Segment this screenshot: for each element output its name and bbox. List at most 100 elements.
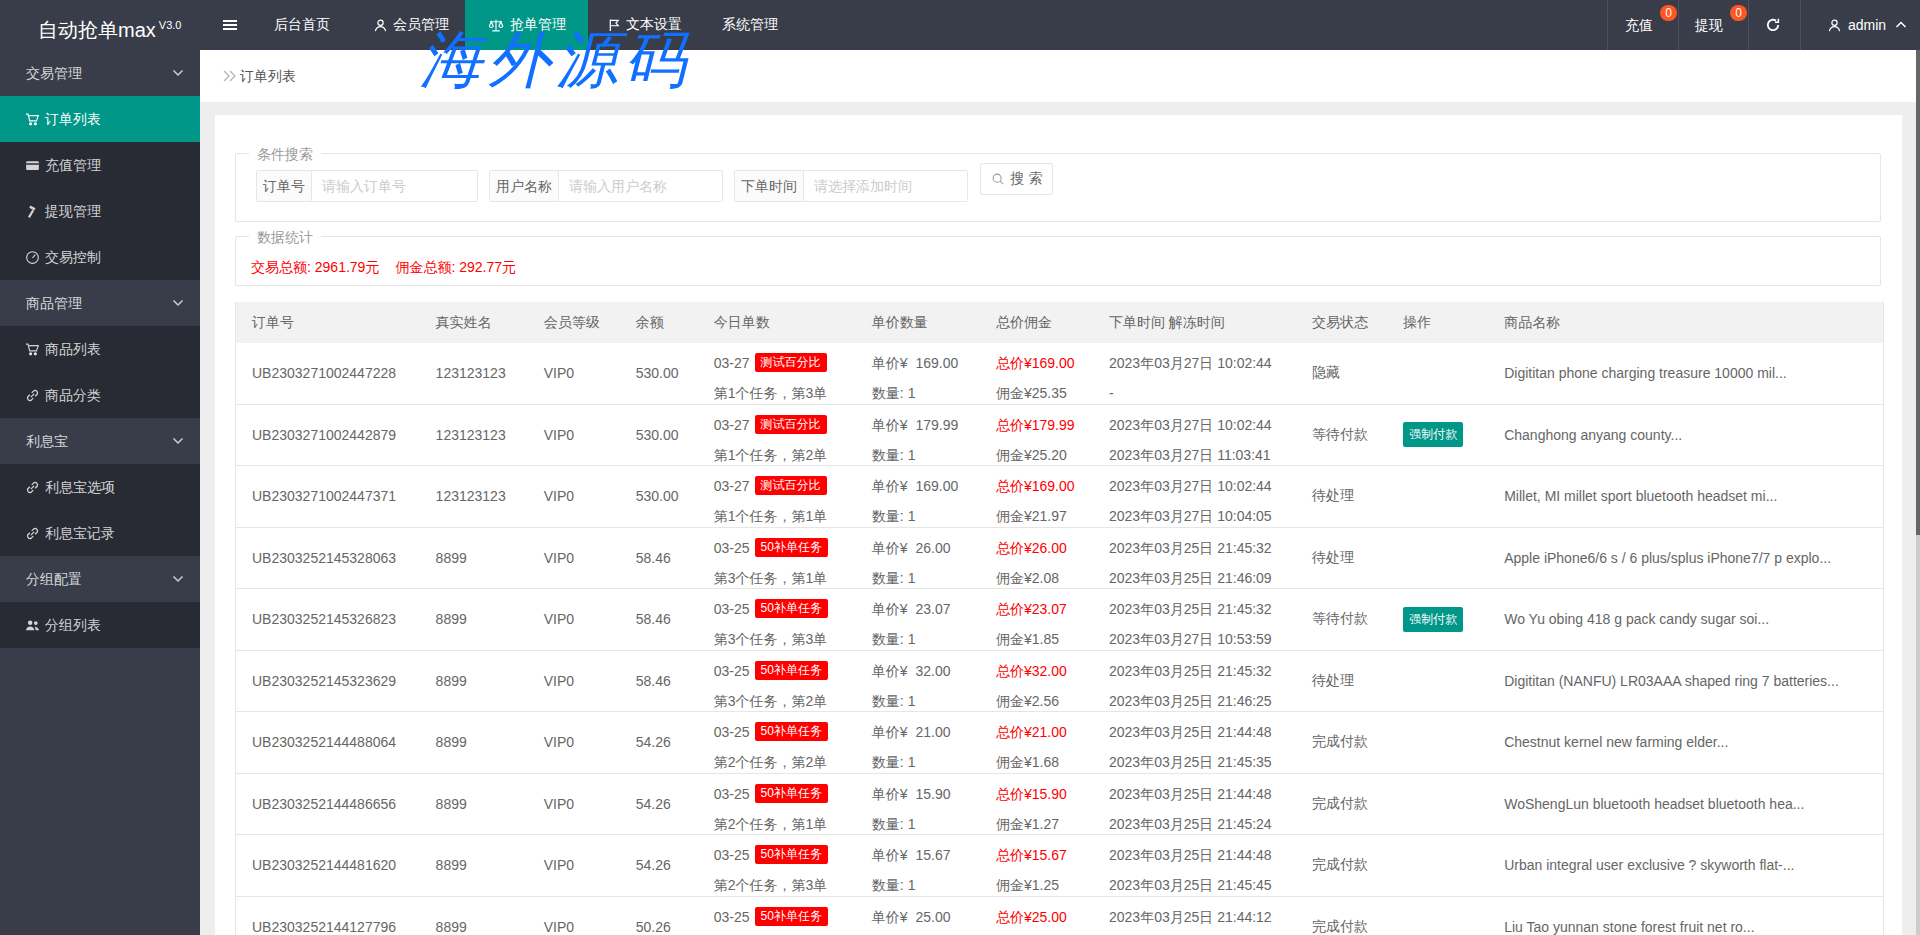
sidebar-section-3[interactable]: 利息宝 [0,418,200,464]
search-button[interactable]: 搜 索 [980,163,1053,195]
table-row: UB2303271002442879123123123VIP0530.0003-… [236,404,1884,466]
page-scrollbar[interactable] [1916,50,1920,935]
top-separator [1678,0,1679,50]
table-row: UB23032521444880648899VIP054.2603-2550补单… [236,712,1884,774]
nav-item-label: 后台首页 [274,16,330,34]
cell-order-no: UB2303271002447371 [236,466,420,528]
sidebar-item-交易控制[interactable]: 交易控制 [0,234,200,280]
cell-level: VIP0 [528,589,620,651]
force-pay-button[interactable]: 强制付款 [1403,422,1463,447]
cell-day-orders: 03-27测试百分比第1个任务，第2单 [698,404,856,466]
recharge-nav[interactable]: 充值0 [1625,0,1653,50]
cell-total-commission: 总价¥26.00佣金¥2.08 [980,527,1093,589]
cell-day-orders: 03-2550补单任务第3个任务，第3单 [698,589,856,651]
cell-day-orders: 03-2550补单任务第2个任务，第3单 [698,835,856,897]
cell-real-name: 8899 [420,896,528,935]
search-field-input[interactable] [559,171,722,201]
cell-action [1387,650,1488,712]
table-header-row: 订单号真实姓名会员等级余额今日单数单价数量总价佣金下单时间 解冻时间交易状态操作… [236,302,1884,343]
cell-day-orders: 03-27测试百分比第1个任务，第3单 [698,343,856,404]
cell-status: 完成付款 [1296,712,1387,774]
top-separator [1800,0,1801,50]
sidebar-section-2[interactable]: 商品管理 [0,280,200,326]
cell-balance: 58.46 [620,589,698,651]
cell-product: Liu Tao yunnan stone forest fruit net ro… [1488,896,1883,935]
table-row: UB23032521453268238899VIP058.4603-2550补单… [236,589,1884,651]
column-header: 交易状态 [1296,302,1387,343]
cell-unit-qty: 单价¥ 23.07数量: 1 [856,589,980,651]
column-header: 会员等级 [528,302,620,343]
nav-item-label: 系统管理 [722,16,778,34]
sidebar-item-商品列表[interactable]: 商品列表 [0,326,200,372]
cell-order-no: UB2303252144486656 [236,773,420,835]
search-field-3: 下单时间 [734,170,968,202]
cell-unit-qty: 单价¥ 15.90数量: 1 [856,773,980,835]
sidebar-item-label: 利息宝选项 [45,479,115,495]
cell-times: 2023年03月25日 21:44:482023年03月25日 21:45:24 [1093,773,1296,835]
cell-real-name: 123123123 [420,343,528,404]
user-icon [1827,18,1842,33]
cell-level: VIP0 [528,773,620,835]
menu-toggle-icon[interactable] [223,20,237,32]
sidebar-item-商品分类[interactable]: 商品分类 [0,372,200,418]
cell-order-no: UB2303252145323629 [236,650,420,712]
nav-item-5[interactable]: 系统管理 [722,0,778,50]
stats-legend: 数据统计 [249,227,321,247]
search-field-label: 用户名称 [490,171,559,201]
cart-icon [25,342,40,357]
cell-real-name: 123123123 [420,404,528,466]
force-pay-button[interactable]: 强制付款 [1403,607,1463,632]
search-field-input[interactable] [312,171,477,201]
sidebar-section-4[interactable]: 分组配置 [0,556,200,602]
sidebar-item-充值管理[interactable]: 充值管理 [0,142,200,188]
admin-menu[interactable]: admin [1827,0,1908,50]
sidebar-item-利息宝记录[interactable]: 利息宝记录 [0,510,200,556]
cell-unit-qty: 单价¥ 179.99数量: 1 [856,404,980,466]
cell-level: VIP0 [528,712,620,774]
cell-balance: 530.00 [620,466,698,528]
sidebar-section-1[interactable]: 交易管理 [0,50,200,96]
cell-real-name: 123123123 [420,466,528,528]
search-field-input[interactable] [804,171,967,201]
cell-product: Wo Yu obing 418 g pack candy sugar soi..… [1488,589,1883,651]
cell-order-no: UB2303271002447228 [236,343,420,404]
task-badge: 50补单任务 [755,907,828,926]
sidebar-item-订单列表[interactable]: 订单列表 [0,96,200,142]
table-row: UB2303271002447228123123123VIP0530.0003-… [236,343,1884,404]
sidebar-item-label: 订单列表 [45,111,101,127]
cell-product: Apple iPhone6/6 s / 6 plus/splus iPhone7… [1488,527,1883,589]
cell-order-no: UB2303252145326823 [236,589,420,651]
cell-order-no: UB2303252144127796 [236,896,420,935]
cell-action [1387,835,1488,897]
cell-status: 完成付款 [1296,896,1387,935]
cell-product: Digititan (NANFU) LR03AAA shaped ring 7 … [1488,650,1883,712]
cell-total-commission: 总价¥179.99佣金¥25.20 [980,404,1093,466]
nav-item-1[interactable]: 后台首页 [274,0,330,50]
app-version: V3.0 [159,19,182,31]
caret-up-icon [1894,19,1908,31]
cell-times: 2023年03月25日 21:44:482023年03月25日 21:45:35 [1093,712,1296,774]
cell-unit-qty: 单价¥ 25.00数量: 1 [856,896,980,935]
cell-level: VIP0 [528,404,620,466]
refresh-icon [1765,17,1781,33]
cell-day-orders: 03-27测试百分比第1个任务，第1单 [698,466,856,528]
cell-balance: 530.00 [620,404,698,466]
cell-action [1387,896,1488,935]
column-header: 订单号 [236,302,420,343]
sidebar-item-分组列表[interactable]: 分组列表 [0,602,200,648]
sidebar-item-提现管理[interactable]: 提现管理 [0,188,200,234]
admin-name: admin [1848,0,1886,50]
cell-balance: 54.26 [620,835,698,897]
cell-unit-qty: 单价¥ 15.67数量: 1 [856,835,980,897]
gauge-icon [25,250,40,265]
cell-total-commission: 总价¥169.00佣金¥21.97 [980,466,1093,528]
sidebar-item-利息宝选项[interactable]: 利息宝选项 [0,464,200,510]
link-icon [25,480,40,495]
withdraw-nav[interactable]: 提现0 [1695,0,1723,50]
refresh-button[interactable] [1765,0,1781,50]
page-scrollbar-thumb[interactable] [1916,50,1920,535]
cell-product: Digititan phone charging treasure 10000 … [1488,343,1883,404]
task-badge: 测试百分比 [755,415,827,434]
search-button-label: 搜 索 [1011,170,1043,188]
search-field-2: 用户名称 [489,170,723,202]
